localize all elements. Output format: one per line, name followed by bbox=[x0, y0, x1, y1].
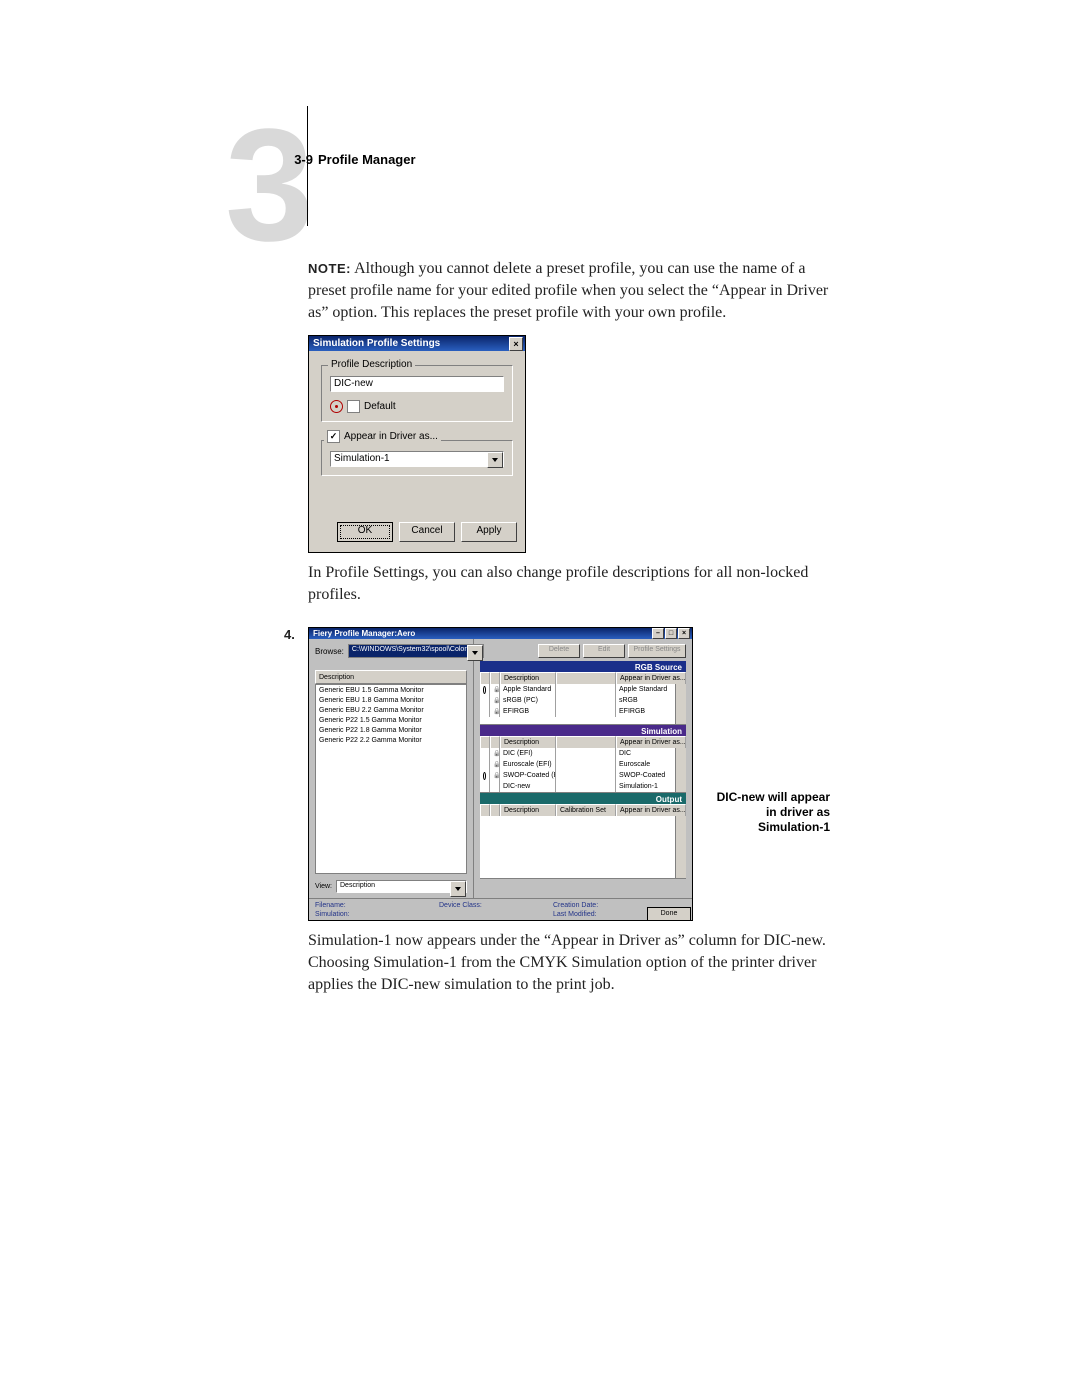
edit-button[interactable]: Edit bbox=[583, 644, 625, 658]
default-checkbox[interactable] bbox=[347, 400, 360, 413]
dialog-title: Simulation Profile Settings bbox=[313, 338, 440, 349]
chevron-down-icon[interactable] bbox=[487, 452, 503, 468]
chapter-number: 3 bbox=[225, 105, 308, 265]
callout-line: in driver as bbox=[700, 805, 830, 820]
pm-left-panel: Browse: C:\WINDOWS\System32\spool\Color … bbox=[309, 639, 474, 898]
view-label: View: bbox=[315, 883, 332, 890]
simulation-profile-settings-dialog: Simulation Profile Settings × Profile De… bbox=[308, 335, 526, 553]
browse-label: Browse: bbox=[315, 647, 344, 656]
sim-grid[interactable]: DIC (EFI) DIC Euroscale (EFI) Euroscale … bbox=[480, 748, 686, 793]
table-row[interactable]: sRGB (PC) sRGB bbox=[480, 695, 686, 706]
pm-status-bar: Filename: Simulation: Copyright: Device … bbox=[309, 898, 692, 921]
browse-value: C:\WINDOWS\System32\spool\Color bbox=[352, 646, 467, 653]
profile-description-legend: Profile Description bbox=[328, 359, 415, 370]
status-filename-label: Filename: bbox=[315, 901, 435, 910]
appear-in-driver-combo[interactable]: Simulation-1 bbox=[330, 451, 504, 467]
table-row[interactable]: EFIRGB EFIRGB bbox=[480, 706, 686, 717]
maximize-icon[interactable]: □ bbox=[665, 628, 677, 639]
browse-combo[interactable]: C:\WINDOWS\System32\spool\Color bbox=[348, 644, 484, 658]
profile-manager-window: Fiery Profile Manager:Aero – □ × Browse:… bbox=[308, 627, 693, 921]
appear-in-driver-label: Appear in Driver as... bbox=[344, 431, 438, 442]
scrollbar[interactable] bbox=[675, 816, 686, 878]
profile-settings-button[interactable]: Profile Settings bbox=[628, 644, 686, 658]
list-item[interactable]: Generic P22 1.5 Gamma Monitor bbox=[316, 716, 466, 726]
target-icon bbox=[483, 686, 486, 694]
cell-description: SWOP-Coated (EFI) bbox=[500, 770, 556, 781]
minimize-icon[interactable]: – bbox=[652, 628, 664, 639]
profile-description-input[interactable]: DIC-new bbox=[330, 376, 504, 392]
lock-icon bbox=[493, 761, 500, 768]
sim-grid-header: Description Appear in Driver as... bbox=[480, 737, 686, 748]
cancel-button[interactable]: Cancel bbox=[399, 522, 455, 542]
table-row[interactable]: Apple Standard Apple Standard bbox=[480, 684, 686, 695]
cell-description: DIC (EFI) bbox=[500, 748, 556, 759]
cell-description: sRGB (PC) bbox=[500, 695, 556, 706]
rgb-grid[interactable]: Apple Standard Apple Standard sRGB (PC) … bbox=[480, 684, 686, 725]
chevron-down-icon[interactable] bbox=[450, 881, 466, 897]
pm-right-panel: Delete Edit Profile Settings RGB Source … bbox=[474, 639, 692, 898]
scrollbar[interactable] bbox=[675, 748, 686, 792]
close-icon[interactable]: × bbox=[509, 337, 523, 351]
target-icon bbox=[483, 772, 486, 780]
rgb-grid-header: Description Appear in Driver as... bbox=[480, 673, 686, 684]
lock-icon bbox=[493, 708, 500, 715]
out-grid[interactable] bbox=[480, 816, 686, 879]
view-combo[interactable]: Description bbox=[336, 880, 467, 893]
table-row[interactable]: SWOP-Coated (EFI) SWOP-Coated bbox=[480, 770, 686, 781]
appear-in-driver-checkbox[interactable]: ✓ bbox=[327, 430, 340, 443]
status-device-class-label: Device Class: bbox=[439, 901, 549, 910]
lock-icon bbox=[493, 686, 500, 693]
out-grid-header: Description Calibration Set Appear in Dr… bbox=[480, 805, 686, 816]
cell-description: DIC-new bbox=[500, 781, 556, 792]
pm-titlebar[interactable]: Fiery Profile Manager:Aero – □ × bbox=[309, 628, 692, 639]
appear-in-driver-group: ✓ Appear in Driver as... Simulation-1 bbox=[321, 440, 513, 476]
note-text: Although you cannot delete a preset prof… bbox=[308, 260, 828, 321]
list-item[interactable]: Generic P22 1.8 Gamma Monitor bbox=[316, 726, 466, 736]
left-list-header: Description bbox=[315, 670, 467, 684]
tail-paragraph: Simulation-1 now appears under the “Appe… bbox=[308, 930, 846, 996]
lock-icon bbox=[493, 750, 500, 757]
list-item[interactable]: Generic EBU 1.8 Gamma Monitor bbox=[316, 696, 466, 706]
chevron-down-icon[interactable] bbox=[467, 645, 483, 661]
cell-description: Euroscale (EFI) bbox=[500, 759, 556, 770]
lock-icon bbox=[493, 772, 500, 779]
callout-line: DIC-new will appear bbox=[700, 790, 830, 805]
lock-icon bbox=[493, 697, 500, 704]
profile-description-group: Profile Description DIC-new Default bbox=[321, 365, 513, 422]
step-number: 4. bbox=[284, 624, 306, 646]
appear-in-driver-value: Simulation-1 bbox=[334, 453, 390, 464]
callout-dic-new: DIC-new will appear in driver as Simulat… bbox=[700, 790, 830, 835]
callout-line: Simulation-1 bbox=[700, 820, 830, 835]
delete-button[interactable]: Delete bbox=[538, 644, 580, 658]
ok-button[interactable]: OK bbox=[337, 522, 393, 542]
page-number: 3-9 bbox=[283, 152, 313, 167]
table-row[interactable]: DIC (EFI) DIC bbox=[480, 748, 686, 759]
left-profile-list[interactable]: Generic EBU 1.5 Gamma Monitor Generic EB… bbox=[315, 684, 467, 874]
table-row[interactable]: DIC-new Simulation-1 bbox=[480, 781, 686, 792]
running-head: Profile Manager bbox=[318, 152, 416, 167]
close-icon[interactable]: × bbox=[678, 628, 690, 639]
cell-description: Apple Standard bbox=[500, 684, 556, 695]
status-copyright-label: Copyright: bbox=[315, 919, 435, 921]
status-last-modified-label: Last Modified: bbox=[553, 910, 643, 919]
list-item[interactable]: Generic P22 2.2 Gamma Monitor bbox=[316, 736, 466, 746]
status-creation-date-label: Creation Date: bbox=[553, 901, 643, 910]
note-paragraph: NOTE: Although you cannot delete a prese… bbox=[308, 258, 846, 324]
mid-paragraph: In Profile Settings, you can also change… bbox=[308, 562, 846, 606]
apply-button[interactable]: Apply bbox=[461, 522, 517, 542]
cell-description: EFIRGB bbox=[500, 706, 556, 717]
pm-title: Fiery Profile Manager:Aero bbox=[313, 629, 415, 638]
view-value: Description bbox=[340, 882, 375, 889]
scrollbar[interactable] bbox=[675, 684, 686, 724]
done-button[interactable]: Done bbox=[647, 907, 691, 922]
default-label: Default bbox=[364, 401, 396, 412]
dialog-titlebar[interactable]: Simulation Profile Settings × bbox=[309, 336, 525, 351]
table-row[interactable]: Euroscale (EFI) Euroscale bbox=[480, 759, 686, 770]
list-item[interactable]: Generic EBU 1.5 Gamma Monitor bbox=[316, 686, 466, 696]
list-item[interactable]: Generic EBU 2.2 Gamma Monitor bbox=[316, 706, 466, 716]
note-label: NOTE: bbox=[308, 261, 351, 276]
status-simulation-label: Simulation: bbox=[315, 910, 435, 919]
default-target-icon bbox=[330, 400, 343, 413]
